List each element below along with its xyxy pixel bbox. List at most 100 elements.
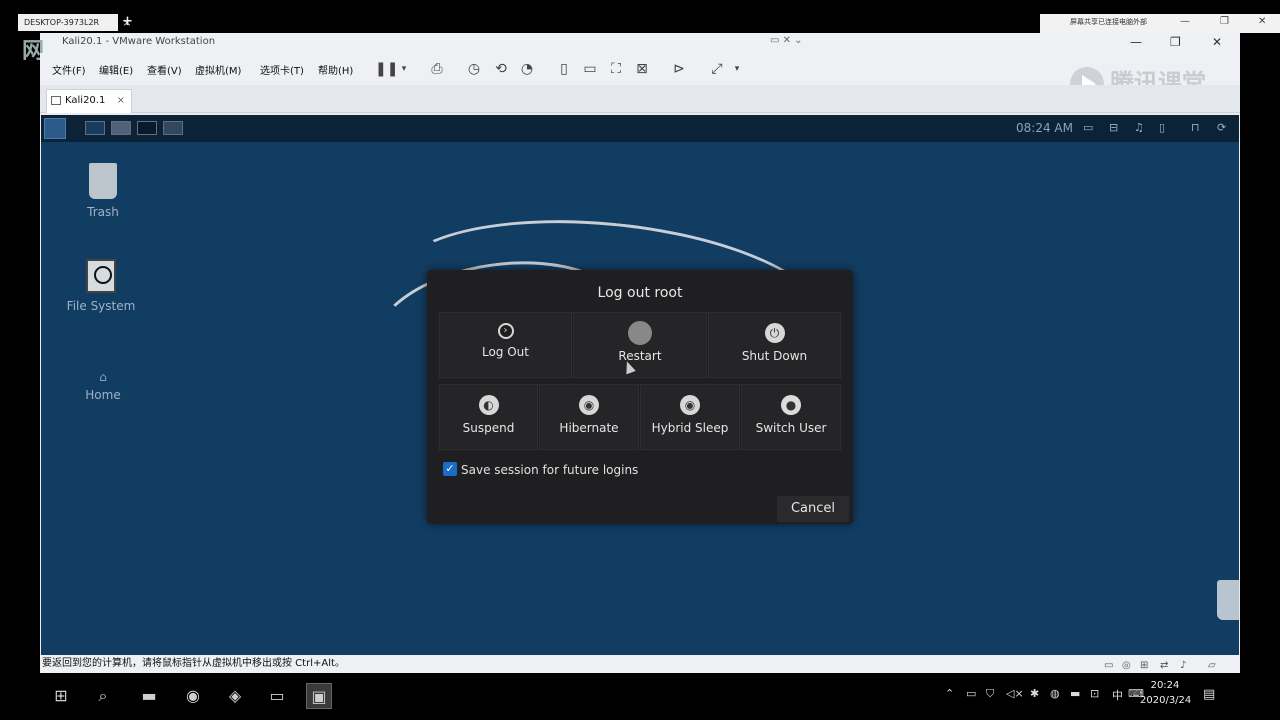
panel-clock[interactable]: 08:24 AM [1016,121,1073,135]
battery-icon[interactable]: ▯ [1159,121,1165,134]
security-icon[interactable]: ⛉ [986,687,994,701]
option-label: Suspend [462,421,515,435]
shutdown-button[interactable]: ⏻ Shut Down [708,312,841,378]
clock-time: 20:24 [1150,680,1180,691]
top-panel: 08:24 AM ▭ ⊟ ♫ ▯ ⊓ ⟳ [41,115,1239,142]
workspace-2[interactable] [111,121,131,135]
clock-date: 2020/3/24 [1140,695,1192,706]
chevron-up-icon[interactable]: ⌃ [945,687,954,700]
minimize-icon[interactable]: — [1130,35,1142,49]
fullscreen-icon[interactable]: ⛶ [607,60,625,78]
lock-icon[interactable]: ⊓ [1191,121,1200,134]
bluetooth-icon[interactable]: ✱ [1030,687,1039,700]
remote-desktop-controls: 屏幕共享已连接电脑外部 — ❐ ✕ [1040,14,1280,33]
add-tab-icon[interactable]: + [122,14,133,29]
display-icon[interactable]: ▭ [1083,121,1093,134]
console-icon[interactable]: ⊳ [670,60,688,78]
save-session-label[interactable]: Save session for future logins [461,463,638,477]
logout-button[interactable]: › Log Out [439,312,572,378]
browser-icon[interactable]: ◉ [180,683,206,709]
restart-icon [628,321,652,345]
option-label: Switch User [755,421,827,435]
revert-snapshot-icon[interactable]: ⟲ [492,60,510,78]
status-message: 要返回到您的计算机，请将鼠标指针从虚拟机中移出或按 Ctrl+Alt。 [42,658,345,669]
desktop-icon-label: File System [66,299,136,313]
snapshot-icon[interactable]: ◷ [465,60,483,78]
desktop-icon-home[interactable]: ⌂ Home [63,370,143,402]
menu-view[interactable]: 查看(V) [147,62,182,77]
workspace-4[interactable] [163,121,183,135]
chevron-down-icon[interactable]: ▾ [395,60,413,78]
volume-icon[interactable]: ◁× [1006,687,1024,700]
send-ctrl-alt-del-icon[interactable]: ⎙ [428,60,446,78]
windows-start-icon[interactable]: ⊞ [48,683,74,709]
menu-edit[interactable]: 编辑(E) [99,62,133,77]
drive-icon [86,259,116,293]
network-icon[interactable]: ⊟ [1109,121,1118,134]
desktop-icon-label: Home [85,388,121,402]
restore-icon[interactable]: ❐ [1220,16,1229,27]
screen-icon[interactable]: ⊡ [1090,687,1099,700]
status-bar: 要返回到您的计算机，请将鼠标指针从虚拟机中移出或按 Ctrl+Alt。 ▭ ◎ … [40,655,1240,673]
terminal-icon[interactable]: ▭ [264,683,290,709]
hibernate-icon: ◉ [579,395,599,415]
network-icon[interactable]: ▬ [1070,687,1080,700]
notification-icon[interactable]: ♫ [1134,121,1144,134]
dialog-title: Log out root [597,285,683,301]
option-label: Log Out [481,345,529,359]
snapshot-manager-icon[interactable]: ◔ [518,60,536,78]
logout-icon: › [497,323,514,339]
remote-session-tab[interactable]: DESKTOP-3973L2R [18,14,118,31]
tray-app-icon[interactable]: ▭ [966,687,976,700]
pause-icon[interactable]: ❚❚ [375,60,398,78]
desktop-icon-file-system[interactable]: File System [61,259,141,313]
suspend-icon: ◐ [478,395,499,415]
thumbnail-icon[interactable]: ▭ [581,60,599,78]
unity-icon[interactable]: ⊠ [633,60,651,78]
vm-tab-bar: Kali20.1 × [40,85,1240,113]
minimize-icon[interactable]: — [1180,16,1190,27]
suspend-button[interactable]: ◐ Suspend [439,384,538,450]
vm-icon [51,96,61,105]
option-label: Hybrid Sleep [651,421,729,435]
restore-icon[interactable]: ❐ [1170,35,1181,49]
switch-user-button[interactable]: ● Switch User [741,384,841,450]
menu-tabs[interactable]: 选项卡(T) [260,62,304,77]
menu-file[interactable]: 文件(F) [52,62,86,77]
menu-help[interactable]: 帮助(H) [318,62,353,77]
trash-icon [89,163,117,199]
hybrid-sleep-button[interactable]: ◉ Hybrid Sleep [640,384,740,450]
power-icon[interactable]: ⟳ [1217,121,1226,134]
search-icon[interactable]: ⌕ [90,683,116,709]
float-toolbar-icon[interactable]: ▭ ✕ ⌄ [770,35,803,46]
stretch-icon[interactable]: ⤢ [708,60,726,78]
workspace-3[interactable] [137,121,157,135]
option-label: Shut Down [741,349,808,363]
close-icon[interactable]: ✕ [1212,35,1222,49]
restart-button[interactable]: Restart [573,312,707,378]
menu-vm[interactable]: 虚拟机(M) [195,62,241,77]
vm-tab-kali[interactable]: Kali20.1 × [46,89,132,113]
close-icon[interactable]: × [117,90,125,112]
file-explorer-icon[interactable]: ▬ [136,683,162,709]
hibernate-button[interactable]: ◉ Hibernate [539,384,639,450]
wechat-icon[interactable]: ◍ [1050,687,1060,700]
window-title: Kali20.1 - VMware Workstation [62,36,216,47]
ime-indicator[interactable]: 中 [1112,687,1123,703]
workspace-1[interactable] [85,121,105,135]
kali-menu-button[interactable] [44,118,66,139]
close-icon[interactable]: ✕ [1258,16,1266,27]
chevron-down-icon[interactable]: ▾ [728,60,746,78]
remote-desktop-status: 屏幕共享已连接电脑外部 [1070,18,1147,26]
taskbar-clock[interactable]: 20:24 2020/3/24 [1140,678,1192,708]
vmware-taskbar-icon[interactable]: ▣ [306,683,332,709]
sidebar-icon[interactable]: ▯ [555,60,573,78]
vmware-titlebar: 网 Kali20.1 - VMware Workstation ▭ ✕ ⌄ — … [22,33,1240,64]
action-center-icon[interactable]: ▤ [1203,687,1215,702]
save-session-checkbox[interactable]: ✓ [443,462,457,476]
desktop-icon-trash[interactable]: Trash [63,163,143,219]
windows-taskbar: ⊞ ⌕ ▬ ◉ ◈ ▭ ▣ ⌃ ▭ ⛉ ◁× ✱ ◍ ▬ ⊡ 中 ⌨ 20:24… [0,673,1280,720]
option-label: Hibernate [559,421,619,435]
app-icon[interactable]: ◈ [222,683,248,709]
cancel-button[interactable]: Cancel [777,496,849,522]
